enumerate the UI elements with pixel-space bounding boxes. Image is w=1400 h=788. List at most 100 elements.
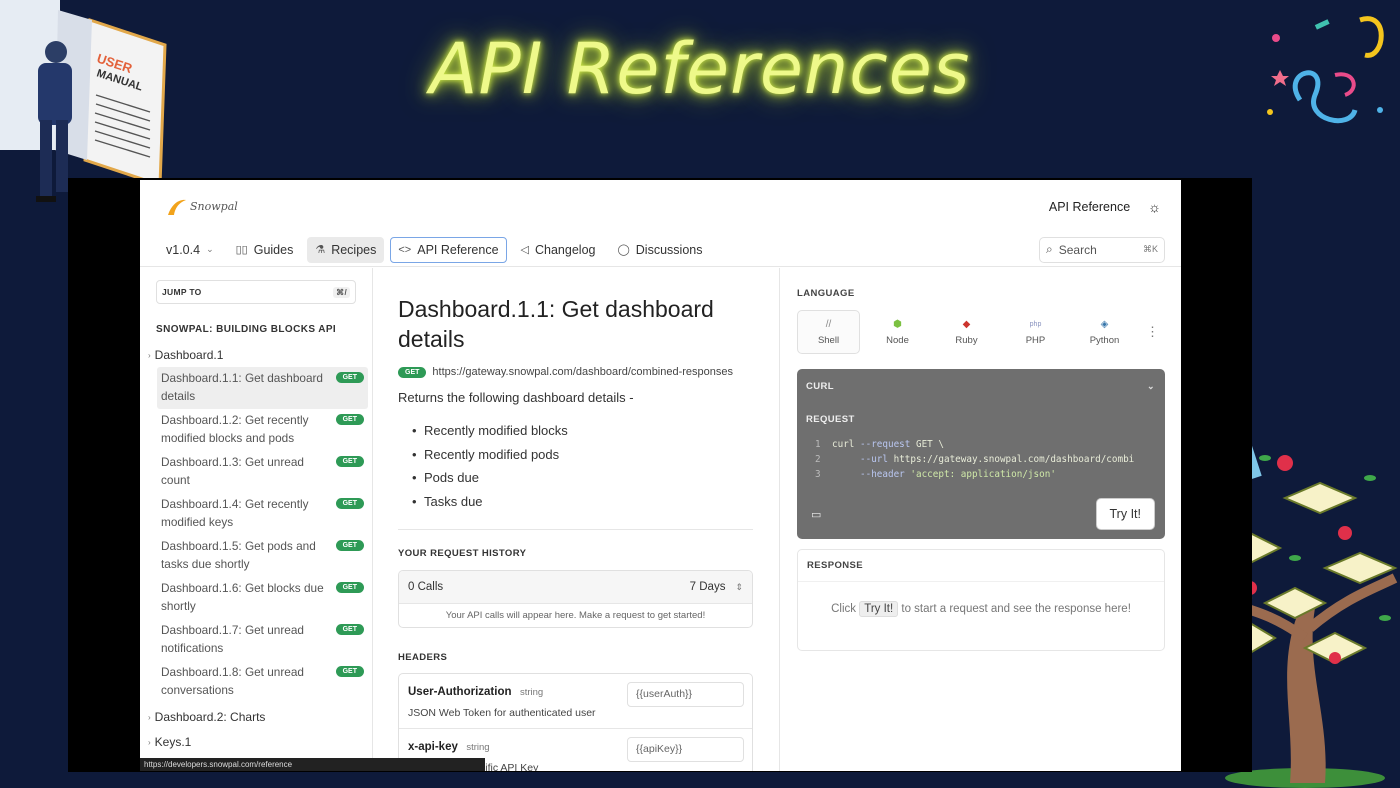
clipboard-icon[interactable]: ▭ (811, 508, 821, 521)
code-icon: <> (398, 243, 412, 256)
sidebar-item-dashboard-1-5[interactable]: Dashboard.1.5: Get pods and tasks due sh… (157, 535, 368, 577)
node-icon: ⬢ (893, 318, 902, 330)
history-empty-note: Your API calls will appear here. Make a … (399, 603, 752, 627)
sidebar-item-dashboard-1-1[interactable]: Dashboard.1.1: Get dashboard details GET (157, 367, 368, 409)
divider (398, 529, 753, 530)
endpoint-line: GET https://gateway.snowpal.com/dashboar… (398, 366, 753, 378)
sun-icon[interactable]: ☼ (1148, 199, 1161, 215)
try-it-chip: Try It! (859, 601, 899, 617)
get-method-badge: GET (335, 414, 364, 425)
topbar-api-reference-link[interactable]: API Reference (1049, 200, 1130, 214)
search-shortcut: ⌘K (1142, 244, 1158, 254)
header-type: string (519, 687, 544, 698)
nav-recipes-label: Recipes (331, 242, 377, 257)
tab-php[interactable]: php PHP (1004, 310, 1067, 354)
code-string: 'accept: application/json' (910, 469, 1056, 480)
code-command: curl (832, 439, 855, 450)
x-api-key-input[interactable]: {{apiKey}} (627, 737, 744, 762)
get-method-badge: GET (335, 624, 364, 635)
sidebar-group-dashboard-2[interactable]: › Dashboard.2: Charts (140, 707, 372, 727)
python-icon: ◈ (1100, 318, 1109, 330)
tab-ruby[interactable]: ◆ Ruby (935, 310, 998, 354)
tab-shell[interactable]: // Shell (797, 310, 860, 354)
snowpal-logo[interactable]: Snowpal (166, 197, 238, 217)
page-title: Dashboard.1.1: Get dashboard details (398, 296, 714, 352)
nav-changelog-label: Changelog (535, 242, 596, 257)
book-icon: ▯▯ (235, 244, 248, 256)
list-item: Recently modified pods (412, 443, 753, 467)
sidebar-item-dashboard-1-3[interactable]: Dashboard.1.3: Get unread count GET (157, 451, 368, 493)
sidebar-group-dashboard-1[interactable]: › Dashboard.1 (140, 345, 372, 365)
chevron-down-icon[interactable]: ⌄ (1147, 381, 1155, 392)
sidebar-item-dashboard-1-8[interactable]: Dashboard.1.8: Get unread conversations … (157, 661, 368, 703)
header-type: string (466, 742, 490, 753)
sidebar-group-keys-1[interactable]: › Keys.1 (140, 732, 372, 752)
nav-guides[interactable]: ▯▯ Guides (228, 237, 302, 263)
list-item: Pods due (412, 466, 753, 490)
get-method-badge: GET (335, 582, 364, 593)
nav-guides-label: Guides (253, 242, 294, 257)
jump-to-shortcut: ⌘/ (333, 286, 350, 298)
app-window: Snowpal API Reference ☼ v1.0.4 ⌄ ▯▯ Guid… (140, 180, 1181, 771)
get-method-badge: GET (335, 540, 364, 551)
sidebar-item-label: Dashboard.1.2: Get recently modified blo… (161, 413, 309, 445)
search-input[interactable]: ⌕ Search ⌘K (1039, 236, 1165, 263)
nav-api-reference-label: API Reference (417, 242, 499, 257)
code-text: GET \ (910, 439, 944, 450)
nav-discussions-label: Discussions (635, 242, 703, 257)
line-number: 1 (815, 439, 821, 450)
updown-chevron-icon: ⇕ (735, 581, 743, 592)
header-name: x-api-key (408, 741, 458, 753)
history-range-select[interactable]: 7 Days ⇕ (690, 581, 743, 593)
sidebar-item-dashboard-1-7[interactable]: Dashboard.1.7: Get unread notifications … (157, 619, 368, 661)
chevron-down-icon: › (148, 350, 151, 360)
list-item: Recently modified blocks (412, 419, 753, 443)
sidebar-item-dashboard-1-4[interactable]: Dashboard.1.4: Get recently modified key… (157, 493, 368, 535)
headers-label: HEADERS (398, 652, 448, 663)
tab-python-label: Python (1089, 334, 1120, 346)
sidebar-group-label: Dashboard.1 (154, 348, 224, 362)
sidebar-item-dashboard-1-6[interactable]: Dashboard.1.6: Get blocks due shortly GE… (157, 577, 368, 619)
shell-icon: // (825, 318, 832, 330)
chevron-down-icon: ⌄ (206, 244, 214, 254)
endpoint-description: Returns the following dashboard details … (398, 390, 634, 405)
jump-to-input[interactable]: JUMP TO ⌘/ (156, 280, 356, 304)
history-range-value: 7 Days (689, 581, 726, 593)
try-it-button[interactable]: Try It! (1095, 498, 1155, 530)
top-bar: Snowpal API Reference ☼ (140, 180, 1181, 233)
sidebar-group-label: Dashboard.2: Charts (154, 710, 266, 724)
request-label: REQUEST (806, 414, 855, 425)
headers-table: User-Authorization string JSON Web Token… (398, 673, 753, 771)
nav-recipes[interactable]: ⚗ Recipes (307, 236, 385, 263)
chat-icon: ◯ (617, 244, 630, 256)
sidebar-item-dashboard-1-2[interactable]: Dashboard.1.2: Get recently modified blo… (157, 409, 368, 451)
header-name: User-Authorization (408, 686, 512, 698)
nav-changelog[interactable]: ◁ Changelog (513, 237, 604, 263)
line-number: 2 (815, 454, 821, 465)
tab-node[interactable]: ⬢ Node (866, 310, 929, 354)
get-method-badge: GET (335, 498, 364, 509)
code-flag: --url (860, 454, 888, 465)
sidebar: JUMP TO ⌘/ SNOWPAL: BUILDING BLOCKS API … (140, 268, 485, 771)
version-dropdown[interactable]: v1.0.4 ⌄ (158, 237, 222, 263)
sidebar-item-label: Dashboard.1.1: Get dashboard details (161, 371, 323, 403)
nav-bar: v1.0.4 ⌄ ▯▯ Guides ⚗ Recipes <> API Refe… (140, 233, 1181, 267)
response-label: RESPONSE (798, 550, 1164, 582)
language-label: LANGUAGE (797, 288, 855, 299)
tab-python[interactable]: ◈ Python (1073, 310, 1136, 354)
chevron-right-icon: › (148, 737, 151, 747)
more-options-icon[interactable]: ⋮ (1146, 324, 1159, 340)
snowpal-logo-icon (168, 199, 186, 215)
code-flag: --request (860, 439, 911, 450)
detail-list: Recently modified blocks Recently modifi… (412, 419, 753, 513)
user-authorization-input[interactable]: {{userAuth}} (627, 682, 744, 707)
tab-ruby-label: Ruby (955, 334, 978, 346)
sidebar-endpoint-list: Dashboard.1.1: Get dashboard details GET… (140, 367, 372, 703)
nav-discussions[interactable]: ◯ Discussions (609, 237, 710, 263)
tab-php-label: PHP (1025, 334, 1046, 346)
banner-title: API References (429, 28, 971, 110)
jump-to-label: JUMP TO (162, 287, 202, 297)
nav-api-reference[interactable]: <> API Reference (390, 236, 507, 263)
tab-shell-label: Shell (817, 334, 840, 346)
code-block: 1 curl --request GET \ 2 --url https://gat… (797, 437, 1165, 482)
